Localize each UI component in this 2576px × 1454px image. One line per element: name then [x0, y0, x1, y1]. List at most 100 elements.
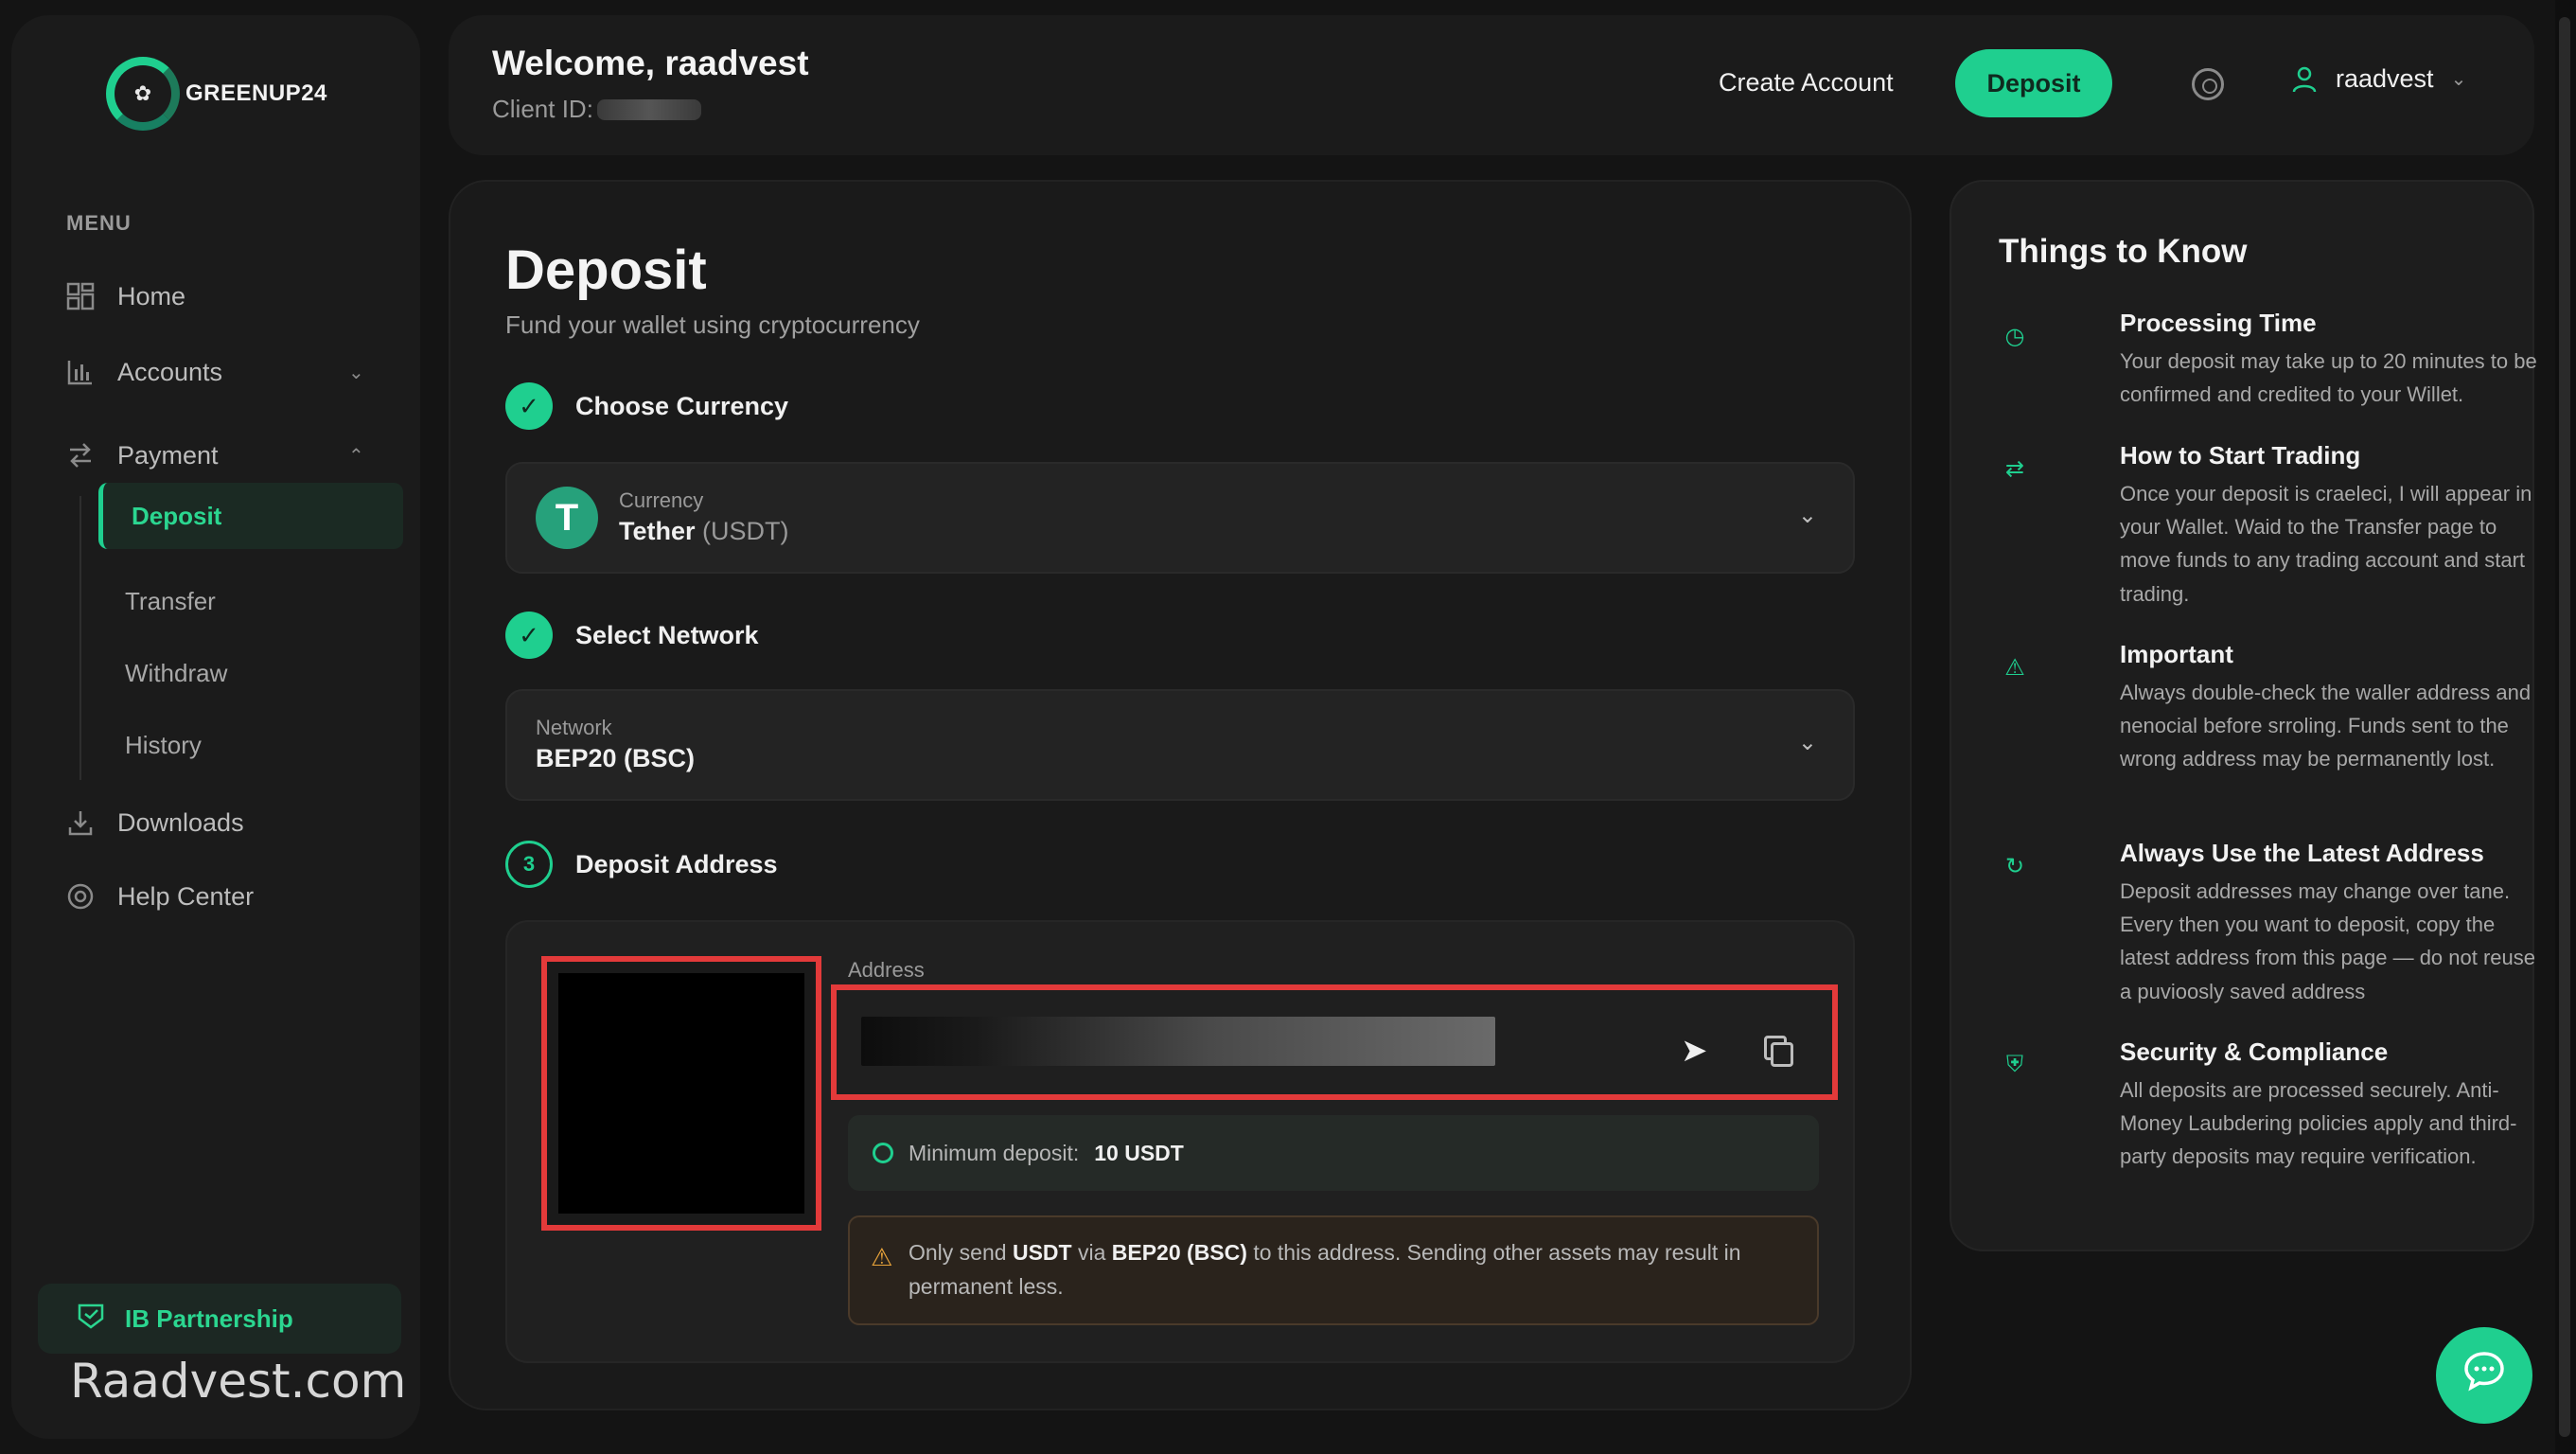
info-item-title: Security & Compliance [2120, 1037, 2389, 1066]
sidebar-item-payment[interactable]: Payment ⌃ [64, 439, 386, 471]
subnav-withdraw[interactable]: Withdraw [125, 659, 227, 688]
sidebar-item-label: Payment [117, 440, 219, 470]
step-select-network: ✓ Select Network [505, 612, 759, 659]
step-choose-currency: ✓ Choose Currency [505, 382, 788, 430]
network-value: BEP20 (BSC) [536, 744, 696, 772]
check-icon: ✓ [505, 612, 553, 659]
info-item-desc: Deposit addresses may change over tane. … [2120, 879, 2536, 1003]
min-deposit-label: Minimum deposit: [909, 1140, 1080, 1165]
info-item-desc: Once your deposit is craeleci, I will ap… [2120, 482, 2532, 606]
step-deposit-address: 3 Deposit Address [505, 841, 778, 888]
copy-icon[interactable] [1760, 1032, 1793, 1067]
min-deposit-value: 10 USDT [1094, 1140, 1184, 1165]
grid-icon [64, 280, 97, 312]
warning-text: Only send [909, 1240, 1007, 1265]
watermark: Raadvest.com [70, 1354, 407, 1409]
subnav-transfer[interactable]: Transfer [125, 587, 216, 616]
chevron-up-icon: ⌃ [348, 445, 364, 467]
warning-note: ⚠ Only send USDT via BEP20 (BSC) to this… [848, 1215, 1819, 1325]
chat-bubble-icon [2461, 1348, 2507, 1404]
logo-icon: ✿ [106, 57, 180, 131]
info-item-title: Important [2120, 640, 2233, 668]
info-item-desc: Always double-check the waller address a… [2120, 681, 2532, 771]
warning-network: BEP20 (BSC) [1111, 1240, 1247, 1265]
sidebar-item-home[interactable]: Home [64, 280, 185, 312]
chevron-down-icon: ⌄ [2450, 69, 2467, 90]
info-item-title: How to Start Trading [2120, 441, 2361, 470]
step-number: 3 [505, 841, 553, 888]
network-select[interactable]: Network BEP20 (BSC) ⌄ [505, 689, 1855, 801]
subnav-line [79, 496, 81, 780]
sidebar-item-label: Accounts [117, 357, 223, 386]
username: raadvest [2336, 64, 2434, 93]
lifebuoy-icon [64, 880, 97, 913]
chevron-down-icon: ⌄ [348, 362, 364, 383]
currency-value: Tether (USDT) [619, 517, 789, 546]
warning-text: via [1077, 1240, 1106, 1265]
ib-partnership-label: IB Partnership [125, 1303, 293, 1333]
address-field[interactable]: ➤ [831, 984, 1838, 1100]
chat-button[interactable] [2436, 1327, 2532, 1424]
currency-ticker: (USDT) [702, 517, 789, 545]
sidebar-item-help-center[interactable]: Help Center [64, 880, 254, 913]
info-item-title: Always Use the Latest Address [2120, 839, 2484, 867]
welcome-title: Welcome, raadvest [492, 44, 809, 82]
deposit-button[interactable]: Deposit [1955, 49, 2112, 117]
sidebar-item-label: Home [117, 281, 186, 310]
menu-heading: MENU [66, 211, 132, 235]
currency-name: Tether [619, 517, 696, 545]
chevron-down-icon: ⌄ [1797, 730, 1817, 755]
user-menu[interactable]: raadvest ⌄ [2290, 64, 2466, 94]
chevron-down-icon: ⌄ [1797, 503, 1817, 528]
sidebar-item-accounts[interactable]: Accounts ⌄ [64, 356, 386, 388]
address-redacted [861, 1017, 1495, 1066]
settings-icon[interactable] [2192, 68, 2224, 100]
bar-chart-icon [64, 356, 97, 388]
transfer-arrows-icon [64, 439, 97, 471]
sidebar-item-label: Downloads [117, 807, 244, 837]
currency-select[interactable]: T Currency Tether (USDT) ⌄ [505, 462, 1855, 574]
info-circle-icon [873, 1143, 893, 1163]
subnav-deposit[interactable]: Deposit [98, 483, 403, 549]
check-icon: ✓ [505, 382, 553, 430]
network-field-label: Network [536, 716, 612, 739]
shield-icon: ⛨ [2006, 1052, 2023, 1077]
mouse-cursor-icon: ➤ [1681, 1033, 1708, 1069]
create-account-link[interactable]: Create Account [1719, 68, 1894, 98]
warning-icon: ⚠ [871, 1243, 893, 1271]
page-subtitle: Fund your wallet using cryptocurrency [505, 310, 920, 339]
client-id: Client ID: [492, 95, 701, 124]
qr-code-redacted [558, 973, 804, 1214]
swap-icon: ⇄ [2004, 455, 2025, 482]
things-to-know-panel: Things to Know ◷ Processing Time Your de… [1950, 180, 2537, 1251]
client-id-label: Client ID: [492, 95, 593, 123]
subnav-history[interactable]: History [125, 731, 202, 760]
step-label: Choose Currency [575, 391, 789, 420]
address-label: Address [848, 958, 925, 982]
step-label: Select Network [575, 620, 759, 649]
scrollbar-thumb[interactable] [2559, 17, 2570, 1437]
ib-partnership-link[interactable]: IB Partnership [38, 1284, 401, 1354]
minimum-deposit-note: Minimum deposit: 10 USDT [848, 1115, 1819, 1191]
top-header: Welcome, raadvest Client ID: Create Acco… [449, 15, 2534, 155]
brand-logo[interactable]: ✿ GREENUP24 [106, 57, 327, 131]
download-icon [64, 807, 97, 839]
qr-code [541, 956, 821, 1231]
refresh-icon: ↻ [2004, 853, 2025, 879]
handshake-icon [76, 1302, 106, 1337]
deposit-address-panel: Address ➤ Minimum deposit: 10 USDT ⚠ Onl… [505, 920, 1855, 1363]
tether-icon: T [536, 487, 598, 549]
panel-title: Things to Know [1999, 233, 2248, 270]
app-root: ✿ GREENUP24 MENU Home Accounts ⌄ Payment… [0, 0, 2576, 1454]
step-label: Deposit Address [575, 849, 778, 878]
warning-asset: USDT [1012, 1240, 1072, 1265]
deposit-card: Deposit Fund your wallet using cryptocur… [449, 180, 1912, 1410]
currency-field-label: Currency [619, 488, 704, 512]
sidebar-item-downloads[interactable]: Downloads [64, 807, 244, 839]
sidebar: ✿ GREENUP24 MENU Home Accounts ⌄ Payment… [11, 15, 420, 1439]
brand-name: GREENUP24 [185, 80, 327, 106]
alert-icon: ⚠ [2004, 654, 2025, 681]
info-item-desc: Your deposit may take up to 20 minutes t… [2120, 349, 2537, 407]
sidebar-item-label: Help Center [117, 881, 255, 911]
clock-icon: ◷ [2004, 323, 2025, 349]
